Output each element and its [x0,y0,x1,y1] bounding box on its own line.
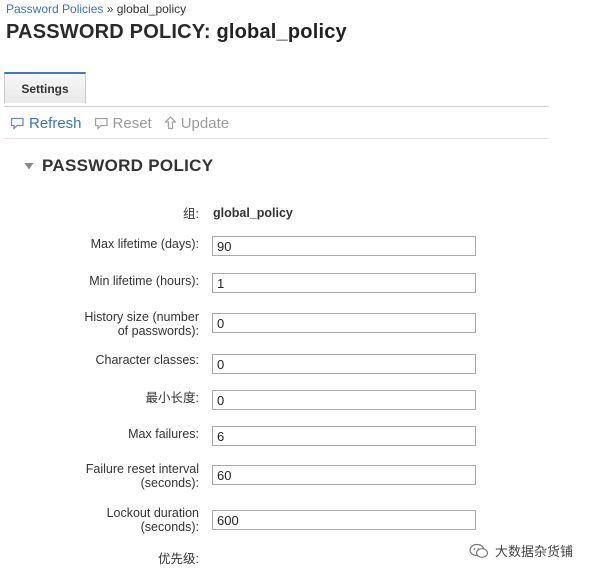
max-lifetime-input[interactable] [212,236,476,256]
history-size-label-line1: History size (number [84,310,199,324]
reset-label: Reset [112,114,152,132]
watermark-text: 大数据杂货铺 [494,544,573,559]
min-length-label: 最小长度: [145,391,199,405]
history-size-label: History size (number of passwords): [49,310,199,338]
failure-reset-label-line1: Failure reset interval [85,462,199,476]
lockout-duration-input[interactable] [212,510,476,530]
action-bar-divider [4,138,549,139]
failure-reset-label: Failure reset interval (seconds): [49,462,199,490]
page-title: PASSWORD POLICY: global_policy [6,21,347,44]
wechat-icon [469,543,489,559]
refresh-button[interactable]: Refresh [10,115,82,132]
section-header[interactable]: PASSWORD POLICY [24,156,213,176]
tab-settings[interactable]: Settings [4,72,86,104]
character-classes-input[interactable] [212,354,476,374]
min-lifetime-input[interactable] [212,273,476,293]
max-failures-label: Max failures: [128,427,199,441]
refresh-label: Refresh [29,114,82,132]
failure-reset-label-line2: (seconds): [140,476,199,490]
action-bar: Refresh Reset Update [10,112,229,134]
history-size-input[interactable] [212,313,476,333]
reset-icon [94,117,109,130]
group-value: global_policy [213,206,293,220]
min-lifetime-label: Min lifetime (hours): [89,274,199,288]
page-title-prefix: PASSWORD POLICY: [6,21,211,43]
min-length-input[interactable] [212,390,476,410]
collapse-triangle-icon[interactable] [24,157,34,175]
refresh-icon [10,117,25,130]
lockout-duration-label-line2: (seconds): [140,520,199,534]
update-label: Update [180,114,230,132]
breadcrumb-separator: » [106,2,114,16]
update-icon [164,116,177,130]
breadcrumb-link-password-policies[interactable]: Password Policies [6,2,103,16]
history-size-label-line2: of passwords): [117,324,199,338]
tab-bar: Settings [4,72,549,107]
group-label: 组: [183,207,199,221]
reset-button[interactable]: Reset [94,115,152,132]
update-button[interactable]: Update [164,115,229,132]
max-failures-input[interactable] [212,426,476,446]
page-title-name: global_policy [216,21,347,43]
breadcrumb: Password Policies » global_policy [6,2,186,16]
breadcrumb-current: global_policy [116,2,187,16]
priority-label: 优先级: [158,552,199,566]
watermark: 大数据杂货铺 [469,541,573,560]
lockout-duration-label: Lockout duration (seconds): [49,506,199,534]
lockout-duration-label-line1: Lockout duration [106,506,199,520]
section-title: PASSWORD POLICY [42,156,214,175]
failure-reset-input[interactable] [212,465,476,485]
character-classes-label: Character classes: [95,353,199,367]
max-lifetime-label: Max lifetime (days): [90,237,199,251]
